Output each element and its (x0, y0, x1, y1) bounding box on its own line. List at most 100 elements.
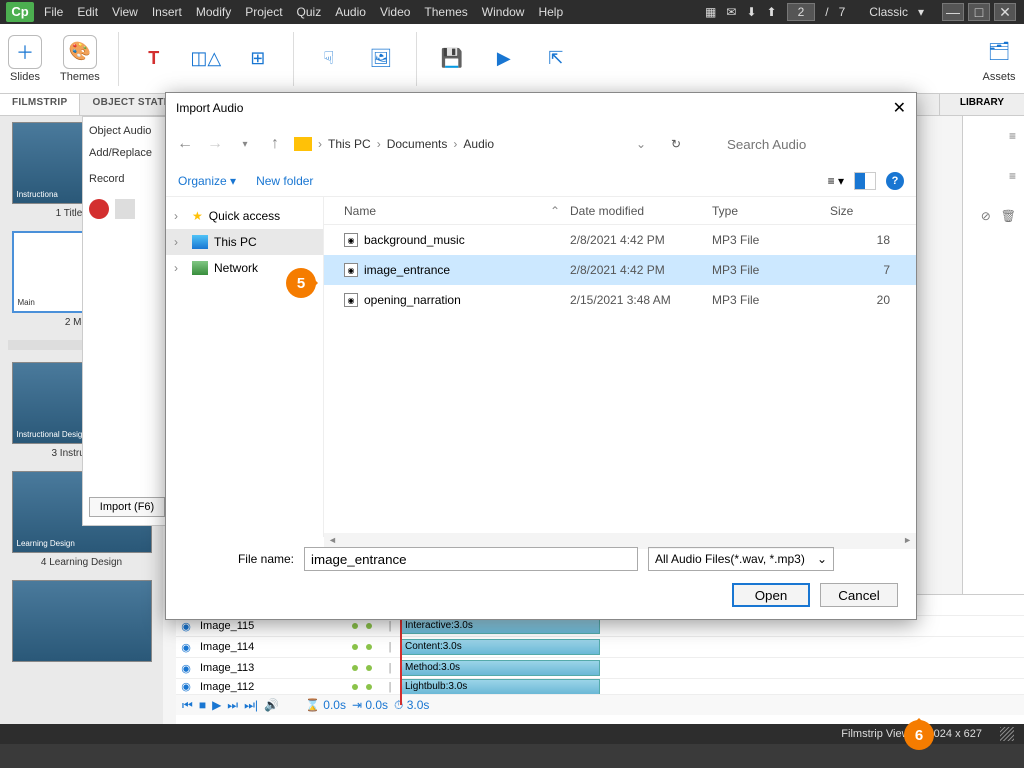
audio-add-replace[interactable]: Add/Replace (89, 147, 161, 159)
col-name[interactable]: Name (324, 204, 570, 218)
tool-preview[interactable]: ▶ (487, 42, 521, 76)
menu-edit[interactable]: Edit (77, 5, 98, 19)
col-type[interactable]: Type (712, 204, 830, 218)
dropdown-icon[interactable]: ▾ (918, 5, 924, 19)
timeline-bar[interactable]: Method:3.0s (400, 660, 600, 676)
menu-themes[interactable]: Themes (424, 5, 467, 19)
timeline-bar[interactable]: Content:3.0s (400, 639, 600, 655)
mail-icon[interactable]: ✉ (726, 5, 736, 19)
workspace-mode[interactable]: Classic (869, 5, 908, 19)
timeline-bar[interactable]: Lightbulb:3.0s (400, 679, 600, 695)
down-icon[interactable]: ⬇ (746, 5, 756, 19)
col-size[interactable]: Size (830, 204, 890, 218)
tool-shapes[interactable]: ◫△ (189, 42, 223, 76)
timeline-bar[interactable]: Interactive:3.0s (400, 618, 600, 634)
file-row[interactable]: ◉image_entrance 2/8/2021 4:42 PM MP3 Fil… (324, 255, 916, 285)
crumb-item[interactable]: This PC (328, 137, 371, 151)
tool-objects[interactable]: ⊞ (241, 42, 275, 76)
menu-project[interactable]: Project (245, 5, 282, 19)
help-icon[interactable]: ? (886, 172, 904, 190)
crumb-item[interactable]: Documents (387, 137, 448, 151)
menu-modify[interactable]: Modify (196, 5, 231, 19)
breadcrumb[interactable]: › This PC› Documents› Audio ⌄ (294, 137, 654, 151)
tool-themes[interactable]: 🎨Themes (60, 35, 100, 83)
tool-save[interactable]: 💾 (435, 42, 469, 76)
file-filter-combo[interactable]: All Audio Files(*.wav, *.mp3)⌄ (648, 547, 834, 571)
page-current[interactable]: 2 (787, 3, 816, 21)
nav-back-icon[interactable]: ← (174, 135, 196, 153)
nav-forward-icon[interactable]: → (204, 135, 226, 153)
menu-file[interactable]: File (44, 5, 63, 19)
audio-icon[interactable]: 🔊 (264, 698, 279, 712)
list-icon[interactable]: ≡ (1009, 129, 1016, 143)
organize-button[interactable]: Organize ▾ (178, 174, 236, 188)
stop-button[interactable] (115, 199, 135, 219)
tab-filmstrip[interactable]: FILMSTRIP (0, 94, 80, 115)
layer-name: Image_115 (196, 620, 344, 632)
end-icon[interactable]: ⏭| (244, 698, 258, 713)
minimize-button[interactable]: — (942, 3, 964, 21)
timeline-row[interactable]: ◉Image_113|Method:3.0s (176, 658, 1024, 679)
menu-audio[interactable]: Audio (335, 5, 366, 19)
refresh-icon[interactable]: ↻ (662, 137, 690, 151)
tool-assets[interactable]: 🗂Assets (982, 35, 1016, 83)
close-button[interactable]: ✕ (994, 3, 1016, 21)
maximize-button[interactable]: □ (968, 3, 990, 21)
tool-text[interactable]: T (137, 42, 171, 76)
tool-media[interactable]: 🖼 (364, 42, 398, 76)
cancel-button[interactable]: Cancel (820, 583, 898, 607)
page-total: 7 (839, 5, 846, 19)
view-menu-icon[interactable]: ≡ ▾ (828, 174, 844, 188)
open-button[interactable]: Open (732, 583, 810, 607)
tool-publish[interactable]: ⇱ (539, 42, 573, 76)
tab-library[interactable]: LIBRARY (939, 94, 1024, 115)
timeline-row[interactable]: ◉Image_114|Content:3.0s (176, 637, 1024, 658)
tree-this-pc[interactable]: ›This PC (166, 229, 323, 255)
file-row[interactable]: ◉background_music 2/8/2021 4:42 PM MP3 F… (324, 225, 916, 255)
record-button[interactable] (89, 199, 109, 219)
nav-dropdown-icon[interactable]: ▾ (234, 139, 256, 150)
menu-window[interactable]: Window (482, 5, 525, 19)
visibility-icon[interactable]: ◉ (176, 662, 196, 675)
file-name: opening_narration (364, 293, 461, 307)
trash-icon[interactable]: 🗑 (1001, 209, 1016, 223)
menu-insert[interactable]: Insert (152, 5, 182, 19)
play-icon[interactable]: ▶ (212, 698, 221, 712)
timeline-row[interactable]: ◉Image_112|Lightbulb:3.0s (176, 679, 1024, 695)
col-date[interactable]: Date modified (570, 204, 712, 218)
visibility-icon[interactable]: ◉ (176, 620, 196, 633)
search-input[interactable] (699, 130, 899, 158)
menu-video[interactable]: Video (380, 5, 410, 19)
visibility-icon[interactable]: ◉ (176, 641, 196, 654)
tool-interaction[interactable]: ☟ (312, 42, 346, 76)
menu-view[interactable]: View (112, 5, 138, 19)
tree-quick-access[interactable]: ›★Quick access (166, 203, 323, 229)
tool-slides[interactable]: ＋Slides (8, 35, 42, 83)
chevron-down-icon[interactable]: ⌄ (636, 137, 646, 151)
cancel-icon[interactable]: ⊘ (981, 209, 991, 223)
up-icon[interactable]: ⬆ (767, 5, 777, 19)
crumb-item[interactable]: Audio (463, 137, 494, 151)
time-label: 0.0s (365, 698, 388, 712)
import-button[interactable]: Import (F6) (89, 497, 165, 517)
dialog-close-button[interactable]: ✕ (893, 98, 906, 118)
new-folder-button[interactable]: New folder (256, 174, 313, 188)
preview-pane-icon[interactable] (854, 172, 876, 190)
page-sep: / (825, 5, 828, 19)
filename-input[interactable] (304, 547, 638, 571)
visibility-icon[interactable]: ◉ (176, 680, 196, 693)
list-icon[interactable]: ≡ (1009, 169, 1016, 183)
resize-grip[interactable] (1000, 727, 1014, 741)
layout-icon[interactable]: ▦ (705, 5, 716, 19)
import-audio-dialog: Import Audio ✕ ← → ▾ ↑ › This PC› Docume… (165, 92, 917, 620)
menu-help[interactable]: Help (538, 5, 563, 19)
slide-thumb[interactable] (0, 574, 163, 672)
file-list-header[interactable]: Name Date modified Type Size (324, 197, 916, 225)
rewind-icon[interactable]: ⏮ (182, 698, 193, 713)
time-label: 0.0s (323, 698, 346, 712)
file-row[interactable]: ◉opening_narration 2/15/2021 3:48 AM MP3… (324, 285, 916, 315)
forward-icon[interactable]: ⏭ (227, 698, 238, 713)
menu-quiz[interactable]: Quiz (297, 5, 322, 19)
stop-icon[interactable]: ■ (199, 698, 206, 712)
nav-up-icon[interactable]: ↑ (264, 135, 286, 153)
